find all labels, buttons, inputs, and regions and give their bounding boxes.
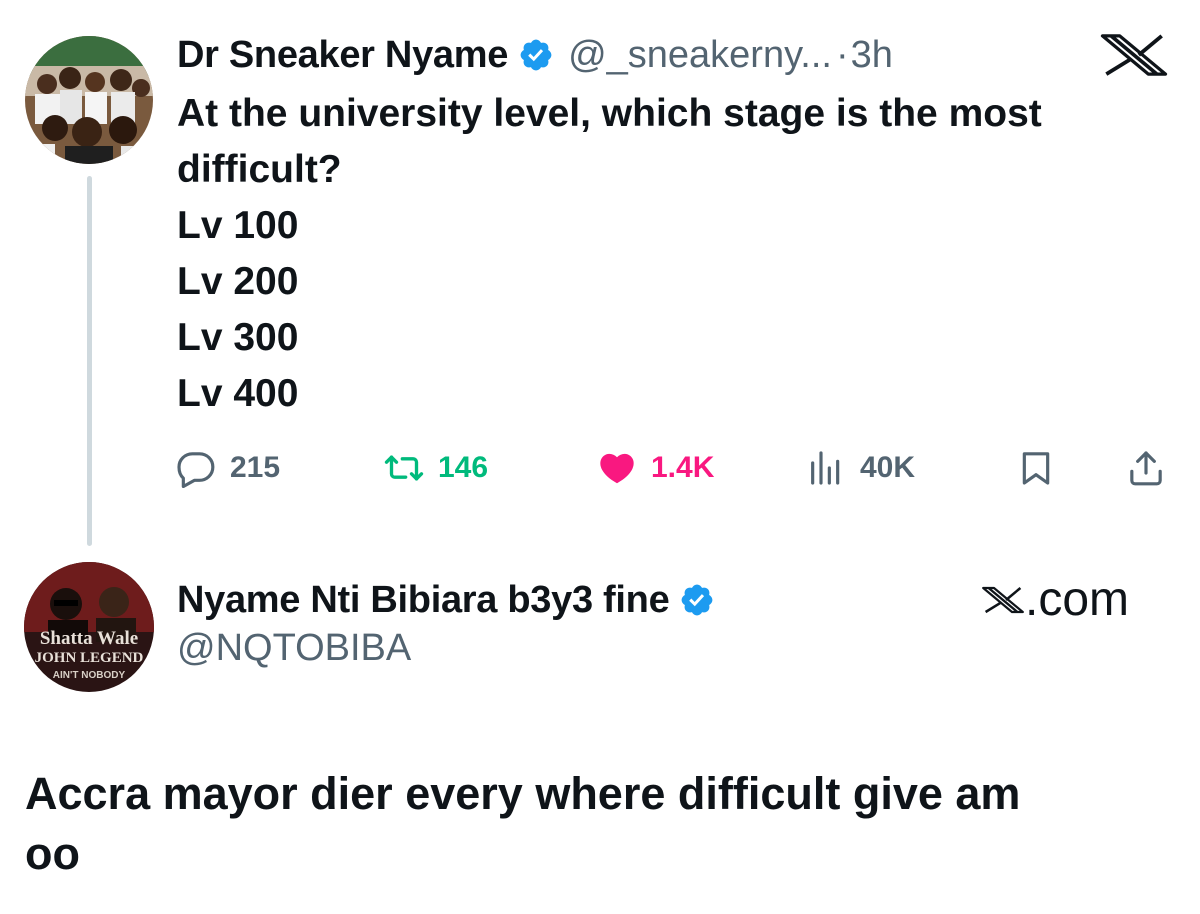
- tweet-text-line: Lv 300: [177, 316, 299, 359]
- reply-author-handle[interactable]: @NQTOBIBA: [177, 627, 411, 670]
- reply-tweet-body: Accra mayor dier every where difficult g…: [25, 764, 1175, 884]
- verified-badge-icon: [679, 582, 715, 618]
- view-count: 40K: [860, 451, 916, 484]
- repost-icon: [384, 455, 424, 481]
- share-button[interactable]: [1126, 442, 1166, 494]
- heart-filled-icon: [600, 453, 634, 484]
- views-button[interactable]: 40K: [806, 442, 915, 494]
- tweet-text-line: Lv 200: [177, 260, 299, 303]
- tweet-text-line: Lv 400: [177, 372, 299, 415]
- reply-text-line: oo: [25, 828, 80, 879]
- author-display-name[interactable]: Dr Sneaker Nyame: [177, 34, 508, 77]
- avatar-text-line: AIN'T NOBODY: [53, 670, 126, 681]
- xcom-suffix: .com: [1025, 573, 1130, 626]
- bookmark-button[interactable]: [1016, 442, 1056, 494]
- avatar-text-line: JOHN LEGEND: [35, 650, 144, 666]
- thread-connector-line: [87, 176, 92, 546]
- views-chart-icon: [811, 451, 840, 485]
- tweet-text-line: Lv 100: [177, 204, 299, 247]
- reply-icon: [177, 452, 215, 488]
- like-button[interactable]: 1.4K: [597, 442, 714, 494]
- author-handle[interactable]: @_sneakerny...: [568, 34, 832, 77]
- avatar-album-cover-icon: Shatta Wale JOHN LEGEND AIN'T NOBODY: [24, 562, 154, 692]
- tweet-body: At the university level, which stage is …: [177, 86, 1177, 422]
- reply-count: 215: [230, 451, 281, 484]
- avatar-text-line: Shatta Wale: [40, 628, 138, 649]
- like-count: 1.4K: [651, 451, 715, 484]
- reply-author-header: Nyame Nti Bibiara b3y3 fine: [177, 575, 715, 625]
- avatar-group-photo-icon: [25, 36, 153, 164]
- x-logo-icon: [982, 586, 1024, 613]
- timestamp[interactable]: 3h: [851, 34, 893, 77]
- separator-dot: ·: [835, 33, 849, 76]
- reply-author-avatar[interactable]: Shatta Wale JOHN LEGEND AIN'T NOBODY: [24, 562, 154, 692]
- repost-button[interactable]: 146: [384, 442, 488, 494]
- reply-button[interactable]: 215: [176, 442, 280, 494]
- tweet-text-line: difficult?: [177, 148, 342, 191]
- xcom-watermark: .com: [982, 572, 1129, 627]
- verified-badge-icon: [518, 37, 554, 73]
- reply-author-display-name[interactable]: Nyame Nti Bibiara b3y3 fine: [177, 579, 670, 622]
- author-avatar[interactable]: [25, 36, 153, 164]
- reply-text-line: Accra mayor dier every where difficult g…: [25, 768, 1021, 819]
- tweet-text-line: At the university level, which stage is …: [177, 92, 1042, 135]
- repost-count: 146: [438, 451, 489, 484]
- x-logo-icon: [1100, 34, 1168, 76]
- bookmark-icon: [1022, 452, 1050, 485]
- share-upload-icon: [1130, 451, 1162, 486]
- author-header: Dr Sneaker Nyame @_sneakerny... · 3h: [177, 30, 893, 80]
